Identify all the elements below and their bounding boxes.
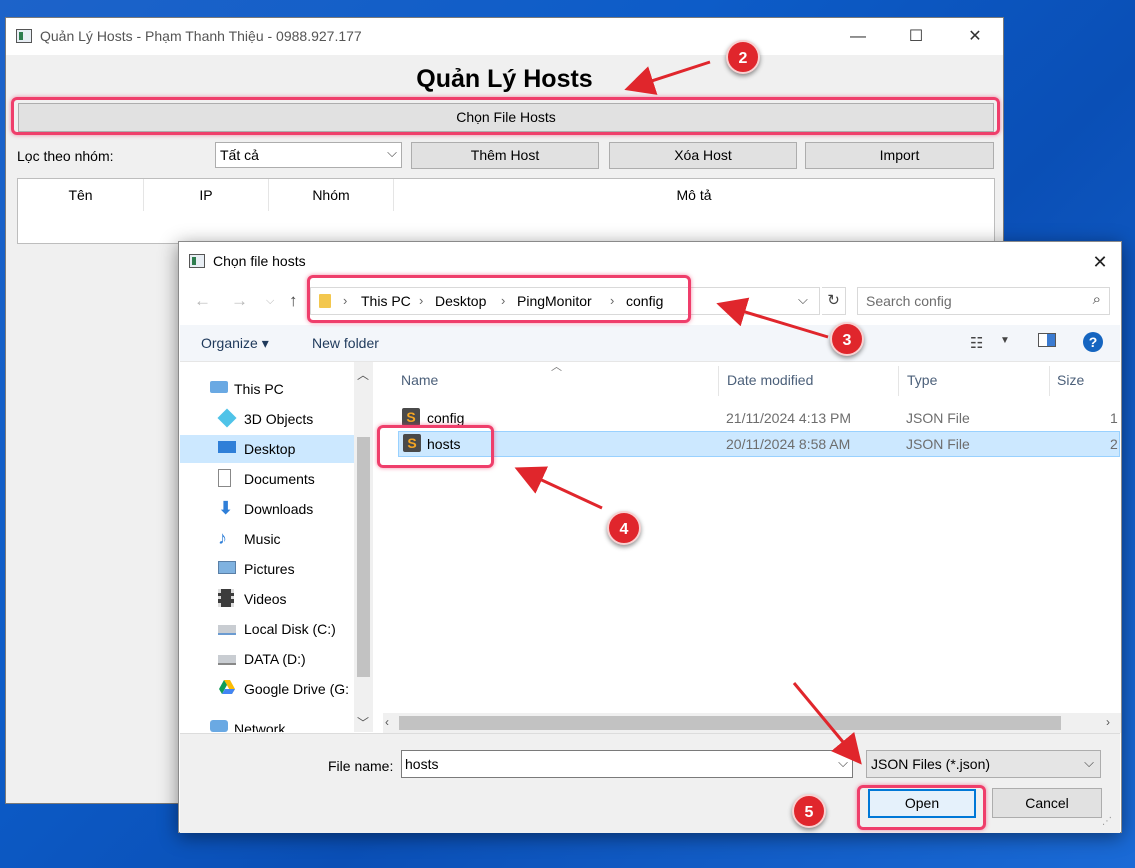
step-badge-5: 5 — [792, 794, 826, 828]
arrow-5 — [792, 682, 862, 765]
step-badge-4: 4 — [607, 511, 641, 545]
arrow-2 — [624, 60, 711, 95]
step-badge-3: 3 — [830, 322, 864, 356]
annotation-arrows — [514, 60, 862, 765]
arrow-4 — [514, 466, 603, 510]
arrow-3 — [716, 297, 829, 339]
step-badge-2: 2 — [726, 40, 760, 74]
